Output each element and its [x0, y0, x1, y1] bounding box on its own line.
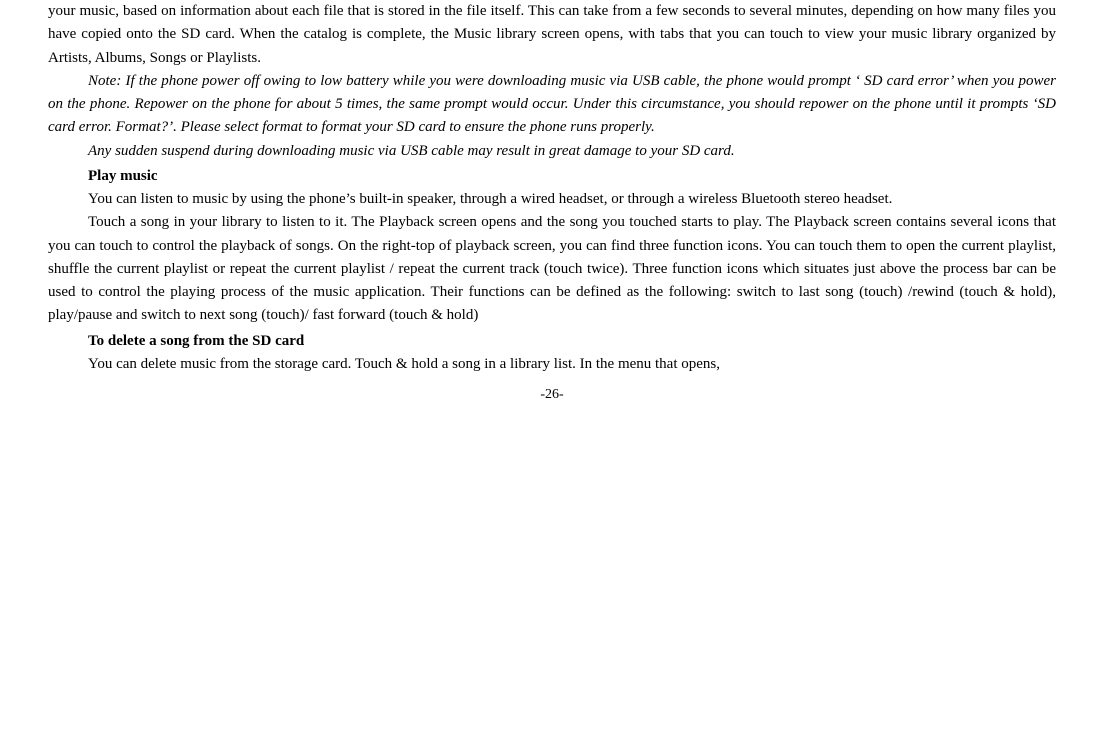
delete-body-text: You can delete music from the storage ca… — [88, 356, 720, 372]
delete-heading-text: To delete a song from the SD card — [88, 333, 304, 349]
indent-spacer-2 — [48, 140, 88, 163]
play-music-heading: Play music — [88, 168, 158, 184]
note-italic-text: Note: If the phone power off owing to lo… — [48, 73, 1056, 136]
indent-spacer-7 — [48, 353, 88, 376]
delete-body-paragraph: You can delete music from the storage ca… — [48, 353, 1056, 376]
touch-song-paragraph: Touch a song in your library to listen t… — [48, 211, 1056, 327]
indent-spacer-3 — [48, 165, 88, 188]
play-music-heading-paragraph: Play music — [48, 165, 1056, 188]
indent-spacer-1 — [48, 70, 88, 93]
play-music-body-text: You can listen to music by using the pho… — [88, 191, 892, 207]
indent-spacer-5 — [48, 211, 88, 234]
indent-spacer-4 — [48, 188, 88, 211]
intro-text: your music, based on information about e… — [48, 3, 1056, 66]
touch-song-text: Touch a song in your library to listen t… — [48, 214, 1056, 323]
play-music-body-paragraph: You can listen to music by using the pho… — [48, 188, 1056, 211]
note-italic-paragraph: Note: If the phone power off owing to lo… — [48, 70, 1056, 140]
sudden-suspend-paragraph: Any sudden suspend during downloading mu… — [48, 140, 1056, 163]
indent-spacer-6 — [48, 330, 88, 353]
page-number: -26- — [48, 384, 1056, 406]
sudden-suspend-text: Any sudden suspend during downloading mu… — [88, 143, 735, 159]
page-container: your music, based on information about e… — [0, 0, 1104, 735]
delete-heading-paragraph: To delete a song from the SD card — [48, 330, 1056, 353]
intro-paragraph: your music, based on information about e… — [48, 0, 1056, 70]
